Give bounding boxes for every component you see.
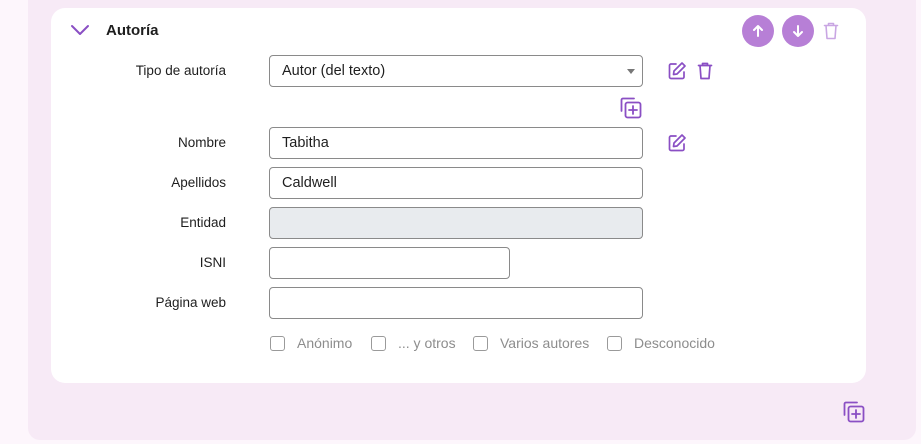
dropdown-arrow-icon xyxy=(627,69,635,74)
tipo-label: Tipo de autoría xyxy=(135,63,226,78)
edit-tipo-button[interactable] xyxy=(667,61,687,86)
delete-tipo-button[interactable] xyxy=(697,62,713,85)
add-copy-icon xyxy=(843,401,865,423)
nombre-input[interactable]: Tabitha xyxy=(269,127,643,159)
tipo-select[interactable]: Autor (del texto) xyxy=(269,55,643,87)
web-label: Página web xyxy=(155,295,226,310)
add-tipo-button[interactable] xyxy=(619,96,643,125)
isni-label: ISNI xyxy=(199,255,226,270)
apellidos-label: Apellidos xyxy=(171,175,226,190)
checkbox-box[interactable] xyxy=(473,335,488,351)
delete-section-button[interactable] xyxy=(823,22,839,45)
isni-input[interactable] xyxy=(269,247,510,279)
apellidos-input[interactable]: Caldwell xyxy=(269,167,643,199)
trash-icon xyxy=(823,22,839,40)
checkbox-box[interactable] xyxy=(371,335,386,351)
web-input[interactable] xyxy=(269,287,643,319)
entidad-label: Entidad xyxy=(180,215,226,230)
checkbox-label: Anónimo xyxy=(297,335,353,351)
checkbox-label: ... y otros xyxy=(398,335,456,351)
add-copy-icon xyxy=(620,97,642,119)
arrow-up-icon xyxy=(753,25,763,37)
checkbox-label: Varios autores xyxy=(500,335,590,351)
move-up-button[interactable] xyxy=(742,15,774,47)
tipo-value: Autor (del texto) xyxy=(282,63,386,79)
edit-icon xyxy=(668,62,686,80)
entidad-input xyxy=(269,207,643,239)
edit-icon xyxy=(668,134,686,152)
add-section-button[interactable] xyxy=(842,400,866,429)
checkbox-desconocido[interactable]: Desconocido xyxy=(607,335,715,351)
arrow-down-icon xyxy=(793,25,803,37)
edit-nombre-button[interactable] xyxy=(667,133,687,158)
checkbox-label: Desconocido xyxy=(634,335,715,351)
checkbox-box[interactable] xyxy=(607,335,622,351)
checkbox-varios-autores[interactable]: Varios autores xyxy=(473,335,589,351)
checkbox-y-otros[interactable]: ... y otros xyxy=(371,335,456,351)
checkbox-anonimo[interactable]: Anónimo xyxy=(270,335,352,351)
nombre-label: Nombre xyxy=(177,135,226,150)
trash-icon xyxy=(697,62,713,80)
chevron-down-icon[interactable] xyxy=(70,22,90,38)
move-down-button[interactable] xyxy=(782,15,814,47)
checkbox-box[interactable] xyxy=(270,335,285,351)
section-title: Autoría xyxy=(106,22,159,39)
